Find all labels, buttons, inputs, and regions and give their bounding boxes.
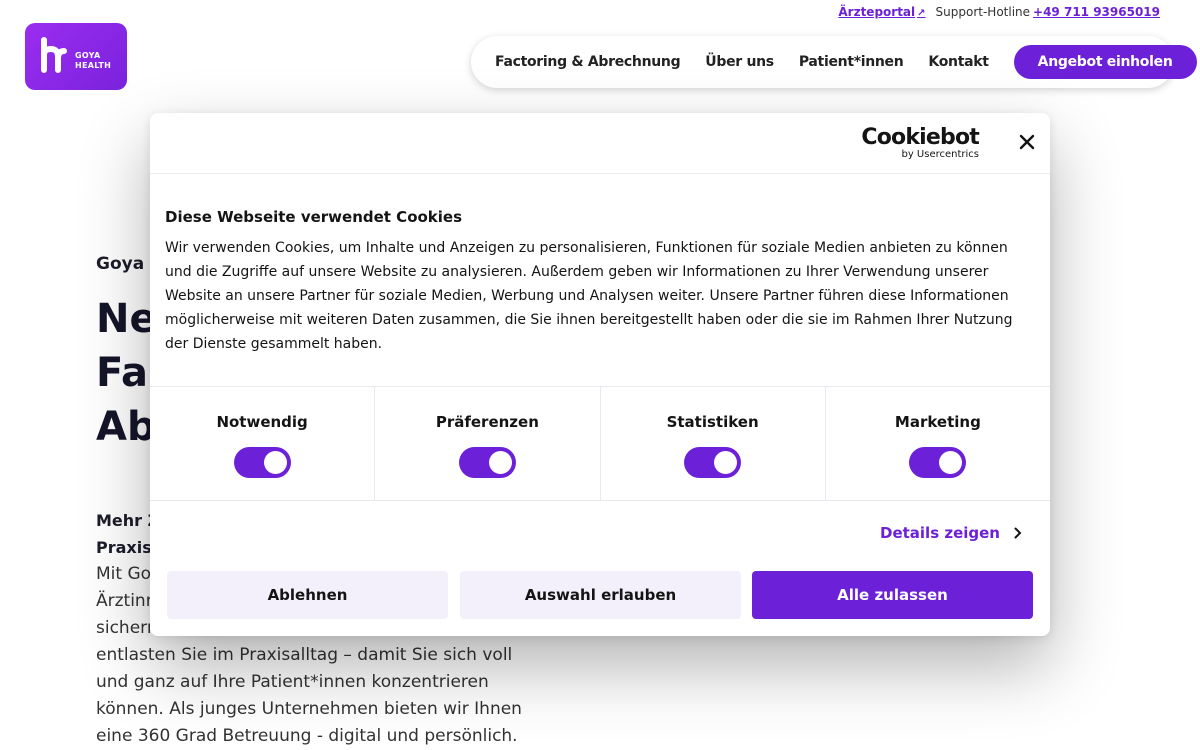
cookie-text-line: möglicherweise mit weiteren Daten zusamm… [165, 312, 1013, 328]
nav-item-factoring[interactable]: Factoring & Abrechnung [495, 54, 681, 70]
cookie-dialog-header: Cookiebot by Usercentrics [150, 113, 1050, 174]
cookie-dialog-text: Wir verwenden Cookies, um Inhalte und An… [165, 236, 1035, 356]
utility-bar: Ärzteportal ↗ Support-Hotline +49 711 939… [838, 5, 1160, 19]
doctor-portal-link[interactable]: Ärzteportal ↗ [838, 5, 925, 19]
nav-item-patients[interactable]: Patient*innen [799, 54, 904, 70]
hero-body-line: entlasten Sie im Praxisalltag – damit Si… [96, 645, 513, 665]
allow-selection-button[interactable]: Auswahl erlauben [460, 571, 741, 619]
external-link-icon: ↗ [917, 8, 926, 19]
goya-logo-mark-icon [41, 36, 67, 73]
preferences-toggle[interactable] [458, 447, 516, 478]
necessary-toggle[interactable] [233, 447, 291, 478]
get-offer-button[interactable]: Angebot einholen [1013, 45, 1197, 79]
goya-health-logo[interactable]: GOYA HEALTH [25, 23, 127, 90]
cookiebot-brand-sub: by Usercentrics [901, 149, 979, 160]
chevron-right-icon [1014, 527, 1022, 539]
show-details-link[interactable]: Details zeigen [880, 524, 1022, 542]
category-label: Präferenzen [435, 413, 539, 431]
cookie-text-line: und die Zugriffe auf unsere Website zu a… [165, 264, 989, 280]
allow-all-button[interactable]: Alle zulassen [752, 571, 1033, 619]
hotline-label: Support-Hotline [935, 5, 1031, 19]
toggle-knob [263, 451, 287, 474]
cookie-text-line: der Dienste gesammelt haben. [165, 336, 383, 352]
cookiebot-logo: Cookiebot by Usercentrics [861, 127, 979, 161]
nav-item-about[interactable]: Über uns [705, 54, 774, 70]
category-label: Statistiken [666, 413, 759, 431]
category-statistics: Statistiken [601, 387, 826, 500]
category-label: Notwendig [216, 413, 308, 431]
hero-body-line: eine 360 Grad Betreuung - digital und pe… [96, 726, 518, 746]
logo-line-1: GOYA [75, 50, 101, 60]
doctor-portal-label: Ärzteportal [838, 5, 916, 19]
marketing-toggle[interactable] [909, 447, 967, 478]
logo-wordmark: GOYA HEALTH [75, 51, 111, 71]
toggle-knob [939, 451, 963, 474]
reject-button[interactable]: Ablehnen [167, 571, 448, 619]
main-navigation: Factoring & Abrechnung Über uns Patient*… [471, 36, 1197, 88]
cookie-text-line: Wir verwenden Cookies, um Inhalte und An… [165, 240, 1008, 256]
show-details-label: Details zeigen [880, 524, 1000, 542]
hotline-number-link[interactable]: +49 711 93965019 [1033, 5, 1160, 19]
category-necessary: Notwendig [150, 387, 376, 500]
category-preferences: Präferenzen [375, 387, 601, 500]
cookiebot-brand: Cookiebot [861, 125, 979, 150]
toggle-knob [714, 451, 738, 474]
hero-body-line: und ganz auf Ihre Patient*innen konzentr… [96, 672, 489, 692]
close-icon[interactable] [1018, 133, 1036, 151]
logo-line-2: HEALTH [75, 60, 112, 70]
nav-item-contact[interactable]: Kontakt [928, 54, 989, 70]
cookie-dialog-title: Diese Webseite verwendet Cookies [165, 208, 463, 226]
cookie-categories: Notwendig Präferenzen Statistiken Market… [150, 386, 1050, 501]
category-label: Marketing [894, 413, 981, 431]
cookie-text-line: Website an unsere Partner für soziale Me… [165, 288, 1009, 304]
hero-body-line: können. Als junges Unternehmen bieten wi… [96, 699, 522, 719]
category-marketing: Marketing [826, 387, 1050, 500]
toggle-knob [488, 451, 512, 474]
cookie-consent-dialog: Cookiebot by Usercentrics Diese Webseite… [150, 113, 1050, 636]
statistics-toggle[interactable] [684, 447, 742, 478]
